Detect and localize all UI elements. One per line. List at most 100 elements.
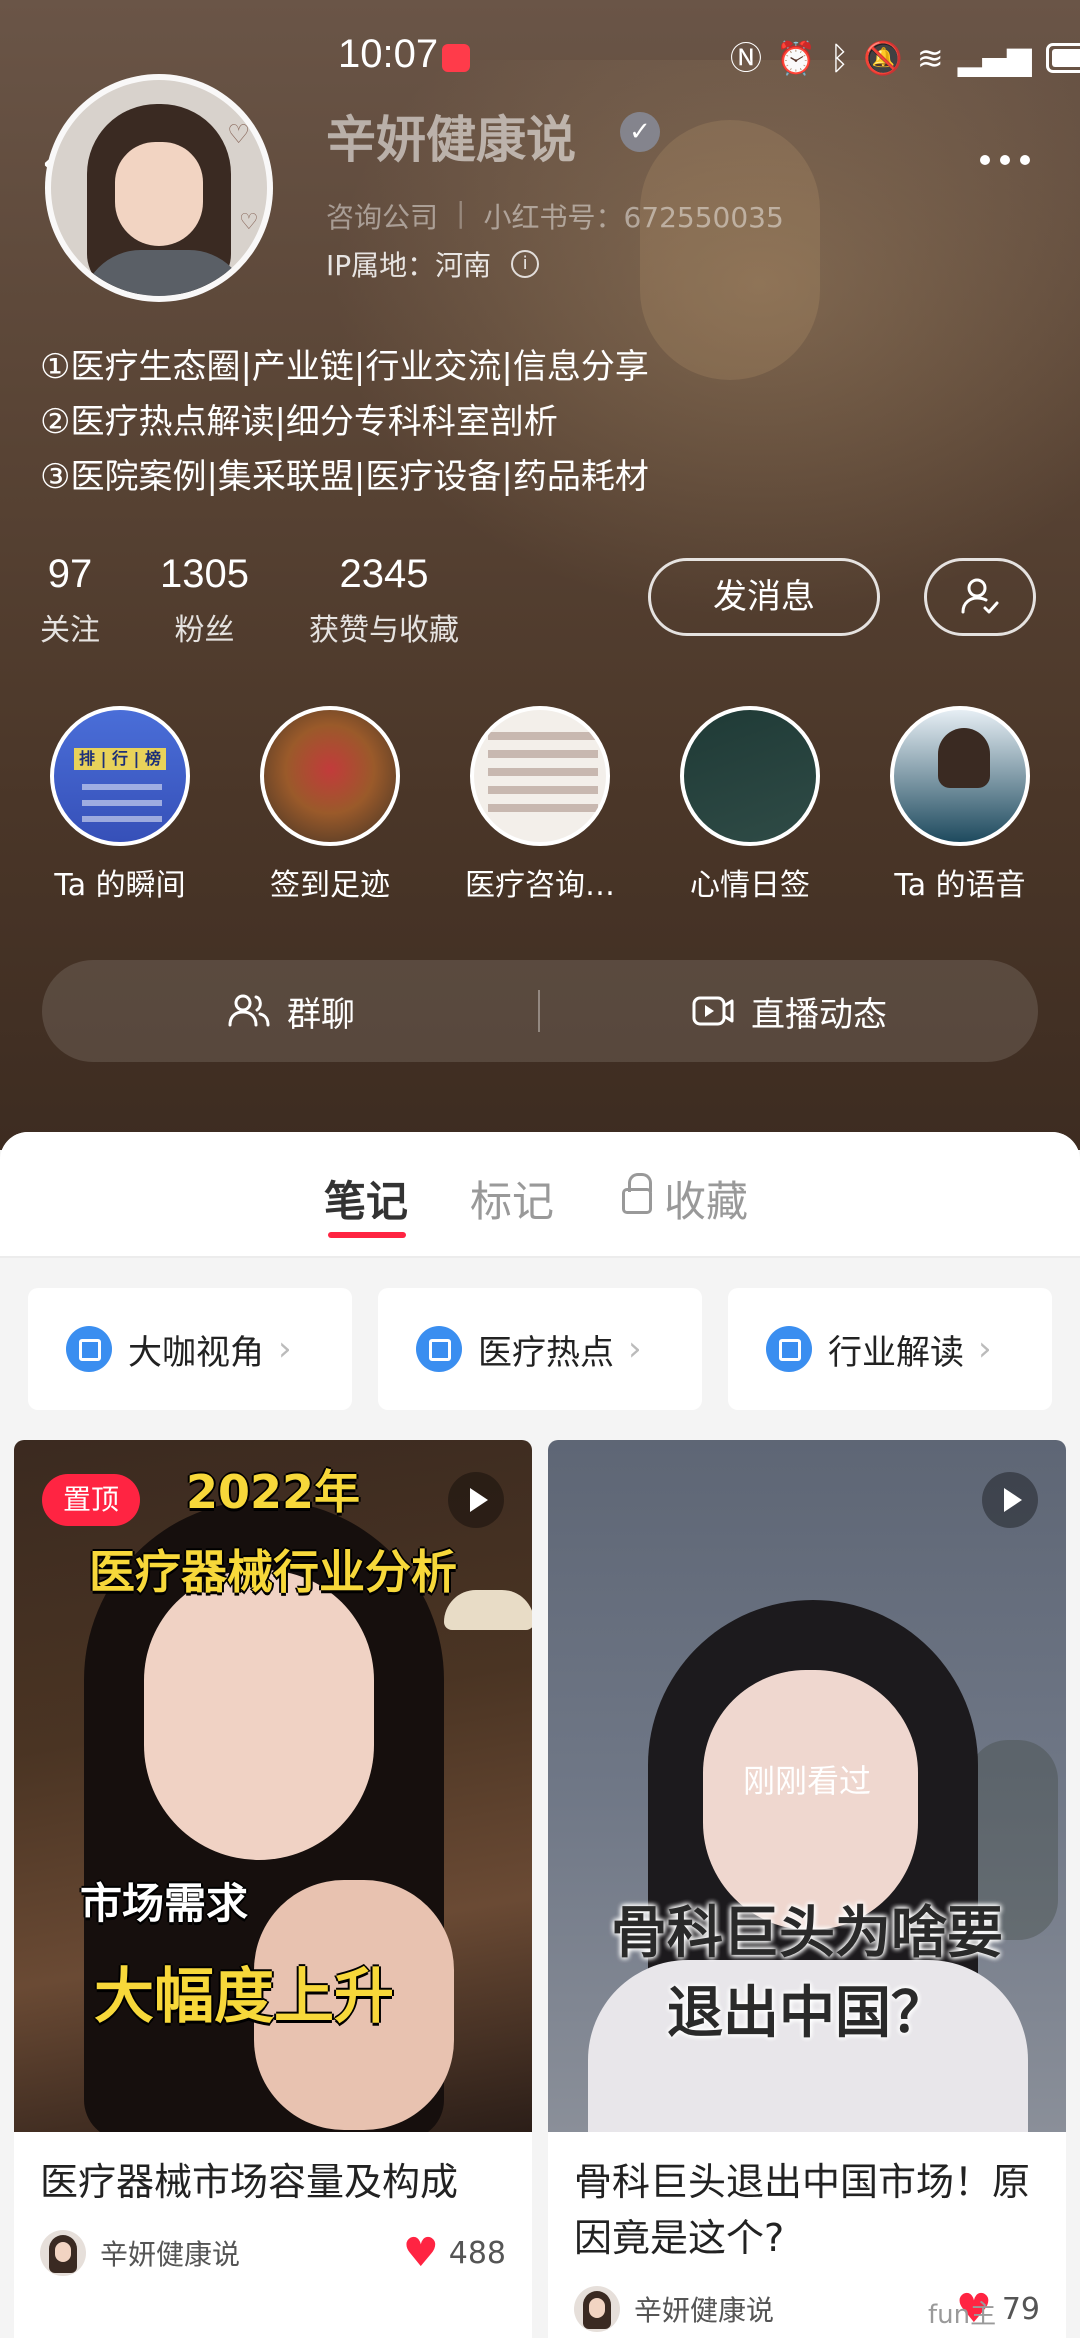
send-message-button[interactable]: 发消息 <box>648 558 880 636</box>
collection-label: 大咖视角 <box>128 1332 264 1373</box>
highlight-voice[interactable]: Ta 的语音 <box>860 706 1060 904</box>
tab-favorites-label: 收藏 <box>664 1177 749 1226</box>
note-title: 骨科巨头退出中国市场！原因竟是这个? <box>574 2160 1031 2260</box>
stat-value: 2345 <box>339 552 429 596</box>
collection-experts[interactable]: 大咖视角 › <box>28 1288 352 1410</box>
lock-icon <box>622 1172 652 1214</box>
group-chat-button[interactable]: 群聊 <box>42 987 540 1036</box>
note-card[interactable]: 刚刚看过 骨科巨头为啥要 退出中国？ 骨科巨头退出中国市场！原因竟是这个? 辛妍… <box>548 1440 1066 2338</box>
highlight-medical-consult[interactable]: 医疗咨询… <box>440 706 640 904</box>
highlight-cover <box>260 706 400 846</box>
wifi-icon: ≋ <box>916 39 944 77</box>
cover-text: 大幅度上升 <box>94 1962 394 2032</box>
live-feed-button[interactable]: 直播动态 <box>540 987 1038 1036</box>
content-panel: 笔记 标记 收藏 大咖视角 › 医疗热点 › 行业解读 › 2022年 医疗器械… <box>0 1132 1080 2338</box>
heart-icon: ♥ <box>402 2230 439 2276</box>
stat-label: 粉丝 <box>174 613 235 648</box>
ip-location: IP属地：河南 i <box>326 244 540 284</box>
stat-label: 获赞与收藏 <box>308 613 459 648</box>
highlight-mood[interactable]: 心情日签 <box>650 706 850 904</box>
stat-value: 97 <box>47 552 93 596</box>
highlight-moments[interactable]: 排 | 行 | 榜 Ta 的瞬间 <box>20 706 220 904</box>
camera-icon <box>692 996 734 1026</box>
stat-label: 关注 <box>40 613 100 648</box>
stat-likes-collects[interactable]: 2345 获赞与收藏 <box>309 552 459 649</box>
bio-line: ①医疗生态圈|产业链|行业交流|信息分享 <box>40 347 649 387</box>
live-feed-label: 直播动态 <box>751 994 887 1035</box>
person-check-icon <box>961 578 999 614</box>
stat-followers[interactable]: 1305 粉丝 <box>160 552 249 649</box>
profile-avatar[interactable]: ♡ ♡ <box>45 74 273 302</box>
notes-feed: 2022年 医疗器械行业分析 市场需求 大幅度上升 置顶 医疗器械市场容量及构成… <box>14 1440 1066 2338</box>
verified-badge-icon[interactable]: ✓ <box>620 112 660 152</box>
highlights-row: 排 | 行 | 榜 Ta 的瞬间 签到足迹 医疗咨询… 心情日签 Ta 的语音 <box>20 706 1060 904</box>
cover-text: 市场需求 <box>80 1879 249 1928</box>
profile-nickname: 辛妍健康说 <box>326 111 576 169</box>
more-button[interactable] <box>970 128 1040 192</box>
content-tabs: 笔记 标记 收藏 <box>0 1132 1080 1258</box>
profile-redbook-id[interactable]: 小红书号：672550035 <box>483 196 783 236</box>
signal-icon: ▂▄▆ <box>957 39 1032 77</box>
recently-viewed-label: 刚刚看过 <box>742 1762 871 1800</box>
chevron-right-icon: › <box>978 1329 992 1369</box>
like-button[interactable]: ♥ 488 <box>403 2233 506 2273</box>
pinned-badge: 置顶 <box>42 1474 140 1526</box>
followed-status-button[interactable] <box>924 558 1036 636</box>
collection-hot-topics[interactable]: 医疗热点 › <box>378 1288 702 1410</box>
mute-icon: 🔕 <box>863 39 903 77</box>
stat-following[interactable]: 97 关注 <box>40 552 100 649</box>
active-tab-indicator <box>328 1232 406 1238</box>
battery-icon <box>1045 43 1080 73</box>
status-icons: Ⓝ ⏰ ᛒ 🔕 ≋ ▂▄▆ <box>730 38 1080 78</box>
album-icon <box>416 1326 462 1372</box>
note-card[interactable]: 2022年 医疗器械行业分析 市场需求 大幅度上升 置顶 医疗器械市场容量及构成… <box>14 1440 532 2338</box>
author-name[interactable]: 辛妍健康说 <box>634 2289 956 2329</box>
chevron-right-icon: › <box>628 1329 642 1369</box>
more-dots-icon <box>980 155 990 165</box>
note-title: 医疗器械市场容量及构成 <box>40 2160 459 2204</box>
collection-industry[interactable]: 行业解读 › <box>728 1288 1052 1410</box>
play-icon <box>982 1472 1038 1528</box>
highlight-label: 心情日签 <box>690 868 810 903</box>
play-icon <box>448 1472 504 1528</box>
author-name[interactable]: 辛妍健康说 <box>100 2233 403 2273</box>
highlight-cover <box>470 706 610 846</box>
info-icon[interactable]: i <box>511 250 540 278</box>
bluetooth-icon: ᛒ <box>829 39 850 77</box>
meta-divider: | <box>456 196 466 229</box>
profile-meta: 咨询公司 | 小红书号：672550035 <box>326 196 784 236</box>
highlight-label: 医疗咨询… <box>465 868 615 903</box>
bio-line: ②医疗热点解读|细分专科科室剖析 <box>40 402 558 442</box>
group-chat-label: 群聊 <box>287 994 355 1035</box>
tab-notes[interactable]: 笔记 <box>324 1168 408 1229</box>
note-cover[interactable]: 刚刚看过 骨科巨头为啥要 退出中国？ <box>548 1440 1066 2132</box>
cover-text: 医疗器械行业分析 <box>89 1545 457 1599</box>
like-count: 488 <box>448 2235 506 2271</box>
highlight-label: Ta 的语音 <box>894 868 1026 903</box>
profile-bio[interactable]: ①医疗生态圈|产业链|行业交流|信息分享 ②医疗热点解读|细分专科科室剖析 ③医… <box>40 340 1040 505</box>
tab-favorites[interactable]: 收藏 <box>622 1168 748 1229</box>
bar-divider <box>538 990 540 1032</box>
cover-text: 骨科巨头为啥要 <box>611 1901 1003 1966</box>
highlight-label: Ta 的瞬间 <box>54 868 186 903</box>
profile-category: 咨询公司 <box>326 201 439 234</box>
watermark: fun主 <box>928 2300 997 2330</box>
like-count: 79 <box>1001 2291 1040 2327</box>
profile-stats: 97 关注 1305 粉丝 2345 获赞与收藏 <box>40 552 519 649</box>
album-icon <box>66 1326 112 1372</box>
highlight-cover <box>680 706 820 846</box>
author-avatar[interactable] <box>574 2286 620 2332</box>
group-live-bar: 群聊 直播动态 <box>42 960 1038 1062</box>
nfc-icon: Ⓝ <box>730 39 763 77</box>
cover-text: 退出中国？ <box>667 1981 947 2046</box>
collection-label: 行业解读 <box>828 1332 964 1373</box>
highlight-label: 签到足迹 <box>270 868 390 903</box>
alarm-icon: ⏰ <box>776 39 816 77</box>
album-icon <box>766 1326 812 1372</box>
collections-row: 大咖视角 › 医疗热点 › 行业解读 › <box>28 1288 1052 1410</box>
tab-marks[interactable]: 标记 <box>470 1168 554 1229</box>
people-icon <box>228 994 270 1027</box>
author-avatar[interactable] <box>40 2230 86 2276</box>
note-cover[interactable]: 2022年 医疗器械行业分析 市场需求 大幅度上升 置顶 <box>14 1440 532 2132</box>
highlight-checkin[interactable]: 签到足迹 <box>230 706 430 904</box>
